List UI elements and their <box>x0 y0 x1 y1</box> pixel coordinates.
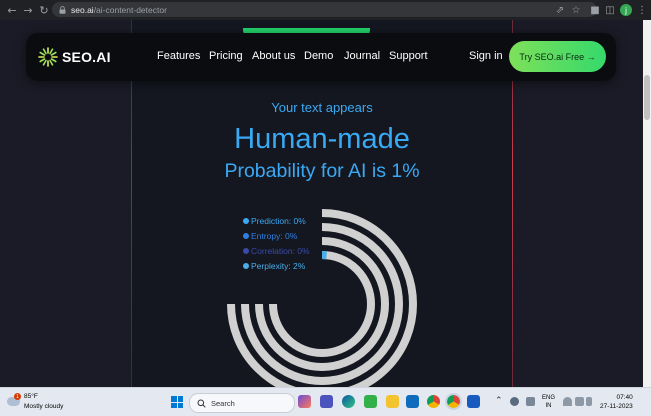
chrome-icon-1[interactable] <box>427 395 440 408</box>
forward-icon[interactable]: → <box>22 0 34 20</box>
menu-icon[interactable]: ⋮ <box>636 4 648 16</box>
tray-sync-icon[interactable] <box>526 397 535 406</box>
address-bar[interactable]: seo.ai/ai-content-detector <box>52 2 597 17</box>
legend-label: Perplexity: 2% <box>251 261 305 271</box>
battery-icon[interactable] <box>586 397 592 406</box>
weather-badge: 1 <box>14 393 21 400</box>
word-icon[interactable] <box>467 395 480 408</box>
edge-icon[interactable] <box>342 395 355 408</box>
windows-start-icon[interactable] <box>171 396 183 408</box>
browser-toolbar: ← → ↻ seo.ai/ai-content-detector ⇗ ☆ ■ ◫… <box>0 0 651 20</box>
page-scrollbar[interactable] <box>643 20 651 387</box>
url-text: seo.ai/ai-content-detector <box>71 5 167 15</box>
taskbar-search-label: Search <box>211 399 235 408</box>
wifi-icon[interactable] <box>563 397 572 406</box>
radial-score-chart <box>0 20 643 387</box>
legend-item-prediction: Prediction: 0% <box>243 213 310 228</box>
search-icon <box>197 399 206 408</box>
lang-code: ENG <box>542 394 555 402</box>
chart-legend: Prediction: 0% Entropy: 0% Correlation: 0%… <box>243 213 310 273</box>
file-explorer-icon[interactable] <box>386 395 399 408</box>
system-clock[interactable]: 07:40 27-11-2023 <box>600 393 633 411</box>
taskbar-search[interactable]: Search <box>189 393 295 413</box>
windows-taskbar: 1 85°F Mostly cloudy Search ⌃ ENG IN 07:… <box>0 387 651 416</box>
language-indicator[interactable]: ENG IN <box>542 394 555 410</box>
legend-dot <box>243 248 249 254</box>
lock-icon[interactable] <box>59 6 66 14</box>
scrollbar-thumb[interactable] <box>644 75 650 120</box>
legend-item-entropy: Entropy: 0% <box>243 228 310 243</box>
extensions-icon[interactable]: ■ <box>589 4 601 16</box>
legend-item-perplexity: Perplexity: 2% <box>243 258 310 273</box>
teams-icon[interactable] <box>320 395 333 408</box>
legend-label: Correlation: 0% <box>251 246 310 256</box>
url-path: /ai-content-detector <box>94 5 167 15</box>
weather-condition: Mostly cloudy <box>24 403 63 410</box>
legend-label: Prediction: 0% <box>251 216 306 226</box>
back-icon[interactable]: ← <box>6 0 18 20</box>
tray-chevron-up-icon[interactable]: ⌃ <box>495 395 503 406</box>
clock-date: 27-11-2023 <box>600 402 633 411</box>
volume-icon[interactable] <box>575 397 584 406</box>
weather-temperature: 85°F <box>24 393 38 400</box>
region-code: IN <box>542 402 555 410</box>
legend-dot <box>243 263 249 269</box>
clock-time: 07:40 <box>600 393 633 402</box>
legend-dot <box>243 218 249 224</box>
profile-avatar[interactable]: j <box>620 4 632 16</box>
tray-app-icon[interactable] <box>510 397 519 406</box>
star-icon[interactable]: ☆ <box>570 4 582 16</box>
page-content: SEO.AI Features Pricing About us Demo Jo… <box>0 20 643 387</box>
legend-dot <box>243 233 249 239</box>
app-colorful-icon[interactable] <box>298 395 311 408</box>
store-icon[interactable] <box>364 395 377 408</box>
mail-icon[interactable] <box>406 395 419 408</box>
reload-icon[interactable]: ↻ <box>38 0 50 20</box>
legend-label: Entropy: 0% <box>251 231 297 241</box>
chrome-icon-2[interactable] <box>447 395 460 408</box>
share-icon[interactable]: ⇗ <box>554 4 566 16</box>
sidebar-icon[interactable]: ◫ <box>604 4 616 16</box>
url-domain: seo.ai <box>71 5 94 15</box>
weather-widget[interactable]: 1 85°F Mostly cloudy <box>7 393 67 413</box>
legend-item-correlation: Correlation: 0% <box>243 243 310 258</box>
